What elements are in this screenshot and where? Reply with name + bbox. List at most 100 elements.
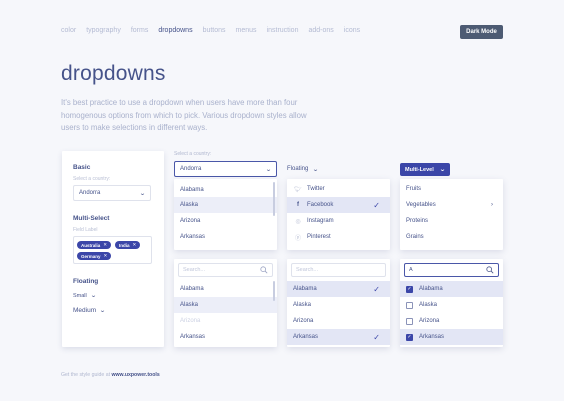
chevron-down-icon: ⌄ xyxy=(90,293,97,299)
list-item[interactable]: Alaska xyxy=(174,197,277,213)
basic-select-value: Andorra xyxy=(79,190,101,196)
multi-select-field[interactable]: Australia ✕ India ✕ Germany ✕ xyxy=(73,236,152,264)
list-item-label: Alaska xyxy=(419,302,438,308)
checkbox[interactable] xyxy=(406,317,413,325)
searchable-dropdown-menu: Search... Alabama Alaska Arizona Arkansa… xyxy=(174,259,277,347)
checkmark-icon: ✓ xyxy=(373,284,380,294)
search-input[interactable]: Search... xyxy=(291,263,386,277)
tag-australia: Australia ✕ xyxy=(77,241,112,249)
list-item[interactable]: Grains xyxy=(400,229,503,245)
chevron-down-icon: ⌄ xyxy=(265,166,272,173)
nav-item-typography[interactable]: typography xyxy=(86,27,121,34)
small-dropdown-link[interactable]: Small ⌄ xyxy=(73,292,97,300)
list-item[interactable]: Fruits xyxy=(400,181,503,197)
checkmark-icon: ✓ xyxy=(373,200,380,210)
medium-dropdown-link[interactable]: Medium ⌄ xyxy=(73,307,106,314)
list-item[interactable]: Proteins xyxy=(400,213,503,229)
checkbox-item-alabama[interactable]: ✓ Alabama xyxy=(400,281,503,297)
list-item[interactable]: Alaska xyxy=(174,297,277,313)
remove-tag-icon[interactable]: ✕ xyxy=(103,242,107,248)
list-item-label: Twitter xyxy=(307,186,325,192)
search-icon xyxy=(486,266,494,274)
checkbox-item-alaska[interactable]: Alaska xyxy=(400,297,503,313)
list-item[interactable]: Arkansas xyxy=(174,229,277,245)
chevron-down-icon: ⌄ xyxy=(139,190,146,197)
checkbox-item-arizona[interactable]: Arizona xyxy=(400,313,503,329)
list-item[interactable]: Alaska xyxy=(287,297,390,313)
list-item-selected[interactable]: Alabama ✓ xyxy=(287,281,390,297)
basic-title: Basic xyxy=(73,164,91,171)
nav-item-buttons[interactable]: buttons xyxy=(203,27,226,34)
tag-label: Australia xyxy=(81,242,101,248)
country-select-value: Andorra xyxy=(180,166,202,172)
list-item-twitter[interactable]: 🐦︎ Twitter xyxy=(287,181,390,197)
checkbox-search-menu: A ✓ Alabama Alaska Arizona ✓ Arkansas xyxy=(400,259,503,347)
multi-level-label: Multi-Level xyxy=(405,166,434,173)
scrollbar[interactable] xyxy=(273,281,275,301)
twitter-icon: 🐦︎ xyxy=(294,186,302,193)
basic-country-select[interactable]: Andorra ⌄ xyxy=(73,185,151,201)
list-item-label: Instagram xyxy=(307,218,334,224)
footer-link[interactable]: www.uxpower.tools xyxy=(111,372,159,378)
tag-label: Germany xyxy=(81,253,101,259)
search-input[interactable]: A xyxy=(404,263,499,277)
list-item[interactable]: Arizona xyxy=(287,313,390,329)
country-select[interactable]: Andorra ⌄ xyxy=(174,161,277,177)
multi-select-field-label: Field Label xyxy=(73,227,98,233)
multi-select-title: Multi-Select xyxy=(73,215,110,222)
list-item[interactable]: Alabama xyxy=(174,182,277,198)
floating-dropdown-menu: 🐦︎ Twitter f Facebook ✓ ◎ Instagram ⓟ Pi… xyxy=(287,179,390,250)
multi-level-dropdown-button[interactable]: Multi-Level ⌄ xyxy=(400,163,450,176)
list-item[interactable]: Arizona xyxy=(174,213,277,229)
search-input[interactable]: Search... xyxy=(178,263,273,277)
dropdown-examples-panel: Basic Select a country: Andorra ⌄ Multi-… xyxy=(62,151,164,347)
list-item-instagram[interactable]: ◎ Instagram xyxy=(287,213,390,229)
list-item-label: Alabama xyxy=(293,286,317,292)
nav-item-icons[interactable]: icons xyxy=(344,27,360,34)
remove-tag-icon[interactable]: ✕ xyxy=(133,242,137,248)
nav-item-dropdowns[interactable]: dropdowns xyxy=(158,27,192,34)
tag-germany: Germany ✕ xyxy=(77,252,112,260)
remove-tag-icon[interactable]: ✕ xyxy=(104,253,108,259)
checkmark-icon: ✓ xyxy=(373,332,380,342)
list-item-label: Facebook xyxy=(307,202,334,208)
list-item-disabled: Arizona xyxy=(180,318,201,324)
checkbox-checked[interactable]: ✓ xyxy=(406,333,413,341)
list-item[interactable]: Arkansas xyxy=(174,329,277,345)
footer-note: Get the style guide at www.uxpower.tools xyxy=(61,372,160,378)
search-placeholder: Search... xyxy=(296,267,319,273)
footer-prefix: Get the style guide at xyxy=(61,372,111,378)
list-item-facebook[interactable]: f Facebook ✓ xyxy=(287,197,390,213)
chevron-down-icon: ⌄ xyxy=(439,167,446,173)
list-item-vegetables[interactable]: Vegetables › xyxy=(400,197,503,213)
nav-item-menus[interactable]: menus xyxy=(236,27,257,34)
dark-mode-button[interactable]: Dark Mode xyxy=(460,25,503,39)
floating-title: Floating xyxy=(73,278,99,285)
nav-item-forms[interactable]: forms xyxy=(131,27,149,34)
list-item-selected[interactable]: Arkansas ✓ xyxy=(287,329,390,345)
searchable-select-menu: Search... Alabama ✓ Alaska Arizona Arkan… xyxy=(287,259,390,347)
instagram-icon: ◎ xyxy=(295,218,301,225)
page-title: dropdowns xyxy=(61,62,166,85)
basic-field-label: Select a country: xyxy=(73,176,111,182)
nav-item-add-ons[interactable]: add-ons xyxy=(308,27,333,34)
search-icon xyxy=(260,266,268,274)
list-item-label: Arkansas xyxy=(419,334,445,340)
checkbox[interactable] xyxy=(406,301,413,309)
nav-item-color[interactable]: color xyxy=(61,27,76,34)
intro-text: It's best practice to use a dropdown whe… xyxy=(61,98,307,132)
list-item[interactable]: Alabama xyxy=(174,281,277,297)
floating-label: Floating xyxy=(287,166,309,172)
multi-level-dropdown-menu: Fruits Vegetables › Proteins Grains xyxy=(400,179,503,250)
scrollbar[interactable] xyxy=(273,182,275,216)
list-item-label: Vegetables xyxy=(406,202,436,208)
floating-dropdown-trigger[interactable]: Floating ⌄ xyxy=(287,161,319,177)
chevron-right-icon: › xyxy=(491,202,493,208)
checkbox-item-arkansas[interactable]: ✓ Arkansas xyxy=(400,329,503,345)
list-item-label: Pinterest xyxy=(307,234,331,240)
checkbox-checked[interactable]: ✓ xyxy=(406,285,413,293)
list-item-pinterest[interactable]: ⓟ Pinterest xyxy=(287,229,390,245)
search-query: A xyxy=(409,267,413,273)
nav-item-instruction[interactable]: instruction xyxy=(267,27,299,34)
list-item-label: Arizona xyxy=(419,318,440,324)
